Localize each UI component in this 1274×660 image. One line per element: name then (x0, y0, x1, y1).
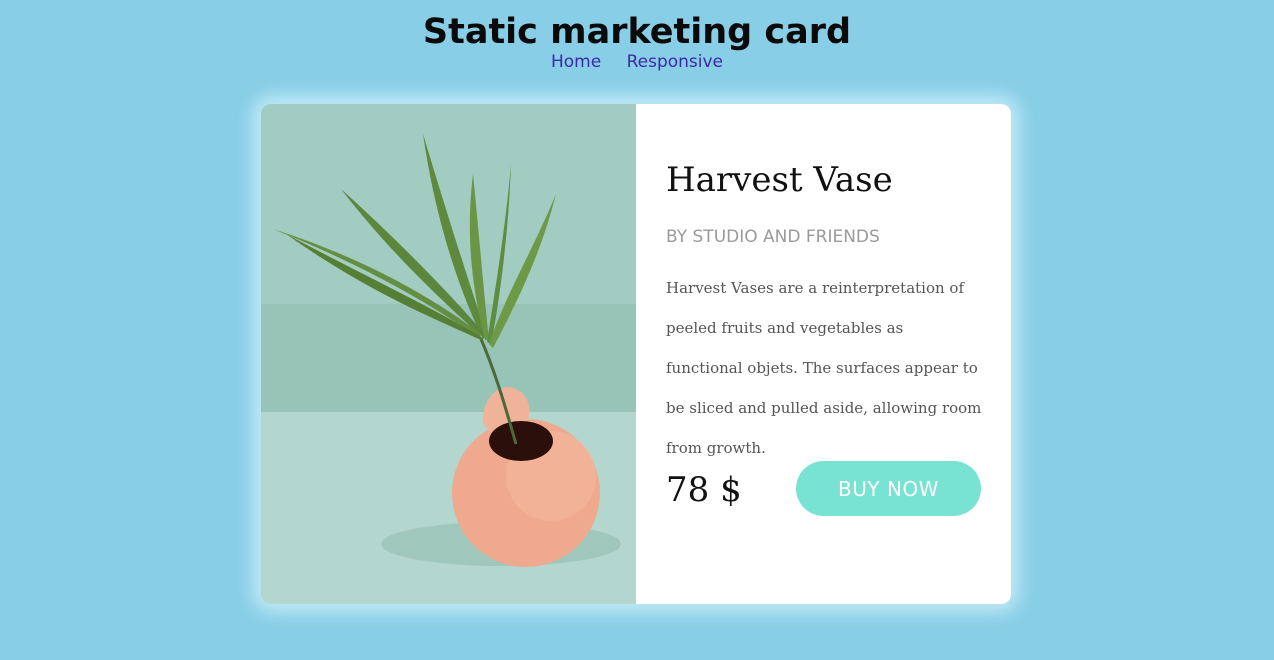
nav-link-responsive[interactable]: Responsive (627, 52, 723, 72)
product-image (261, 104, 636, 604)
product-details: Harvest Vase BY STUDIO AND FRIENDS Harve… (666, 104, 986, 604)
product-name: Harvest Vase (666, 160, 893, 200)
main-nav: Home Responsive (0, 52, 1274, 72)
page-title: Static marketing card (422, 12, 852, 52)
product-brand: BY STUDIO AND FRIENDS (666, 227, 880, 247)
product-price: 78 $ (666, 470, 742, 510)
buy-now-button[interactable]: BUY NOW (796, 461, 981, 516)
product-description: Harvest Vases are a reinterpretation of … (666, 279, 982, 457)
product-card: Harvest Vase BY STUDIO AND FRIENDS Harve… (261, 104, 1011, 604)
nav-link-home[interactable]: Home (551, 52, 601, 72)
